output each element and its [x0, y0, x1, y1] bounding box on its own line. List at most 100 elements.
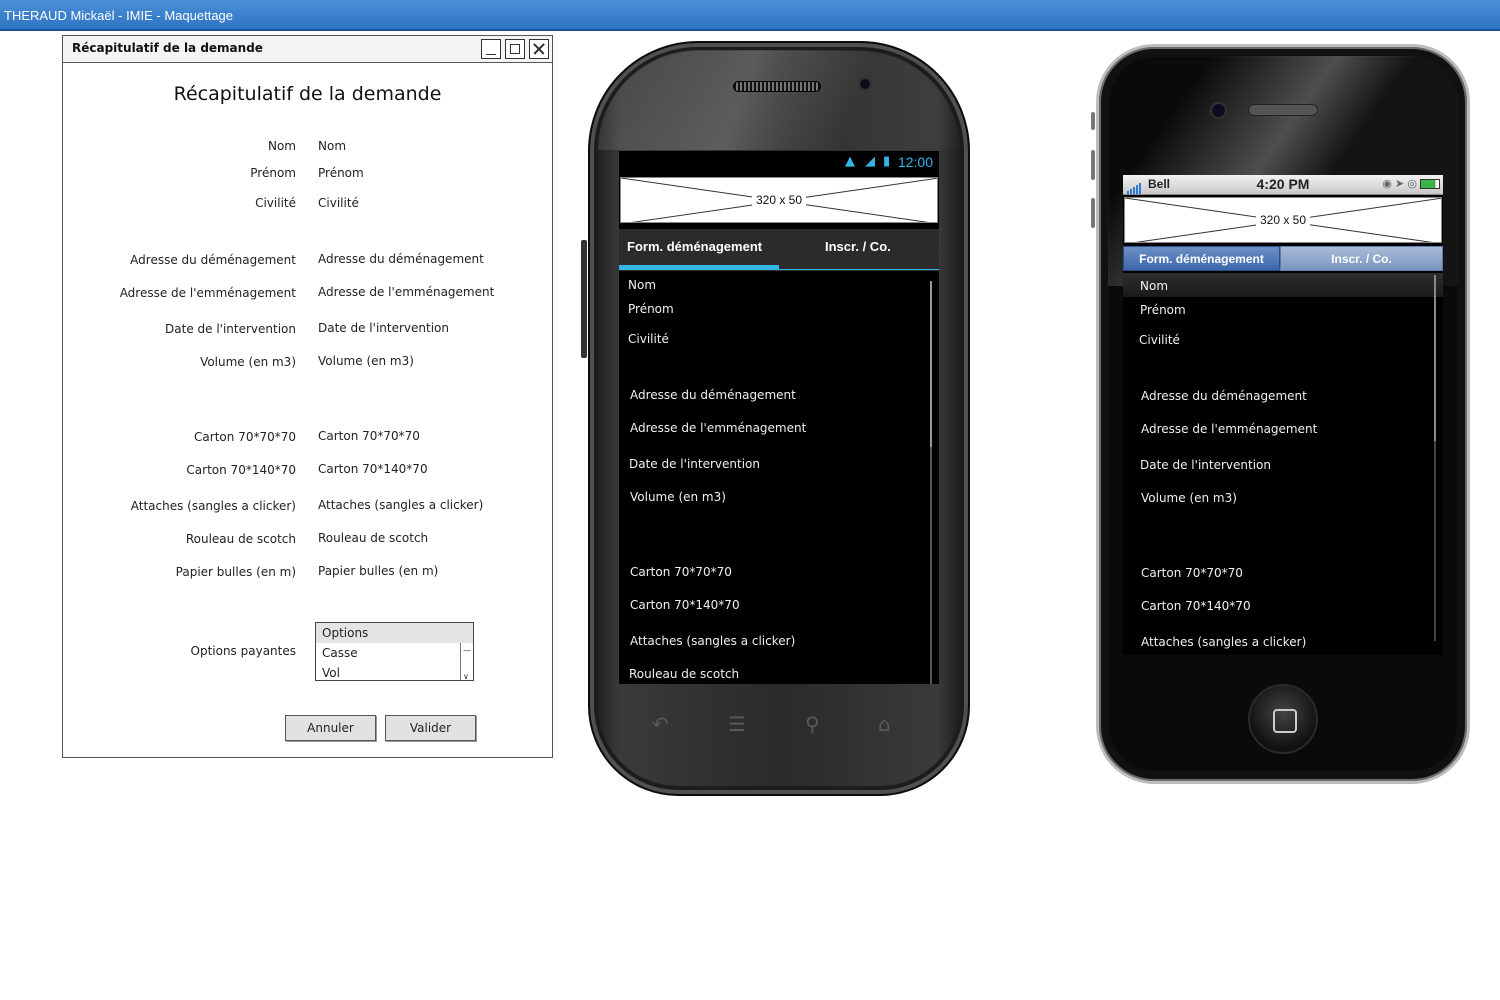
- list-item: Carton 70*140*70: [630, 598, 740, 612]
- iphone-status-bar: Bell 4:20 PM ◉ ➤ ◎: [1123, 175, 1443, 195]
- list-header-row: [1123, 273, 1443, 297]
- iphone-screen: Bell 4:20 PM ◉ ➤ ◎ 320 x 50 Form. déména…: [1123, 175, 1443, 655]
- value-papier-bulles: Papier bulles (en m): [318, 564, 439, 578]
- maximize-button[interactable]: [505, 39, 525, 59]
- list-item: Prénom: [628, 302, 674, 316]
- value-rouleau-scotch: Rouleau de scotch: [318, 531, 429, 545]
- rotation-lock-icon: ◎: [1407, 178, 1417, 190]
- iphone-scroll-track: [1434, 441, 1436, 641]
- value-adresse-emmenagement: Adresse de l'emménagement: [318, 285, 495, 299]
- list-item: Civilité: [628, 332, 669, 346]
- label-carton-140: Carton 70*140*70: [186, 463, 296, 477]
- tab-inscription[interactable]: Inscr. / Co.: [825, 229, 891, 271]
- value-attaches: Attaches (sangles a clicker): [318, 498, 484, 512]
- list-item: Volume (en m3): [630, 490, 726, 504]
- value-carton-70: Carton 70*70*70: [318, 429, 420, 443]
- cancel-button[interactable]: Annuler: [285, 715, 376, 741]
- label-options-payantes: Options payantes: [190, 644, 297, 658]
- label-nom: Nom: [267, 139, 296, 153]
- label-attaches: Attaches (sangles a clicker): [130, 499, 296, 513]
- list-option[interactable]: Casse: [316, 643, 473, 663]
- app-title: THERAUD Mickaël - IMIE - Maquettage: [4, 8, 234, 23]
- list-item: Volume (en m3): [1141, 491, 1237, 505]
- lock-icon: ◉: [1382, 178, 1392, 190]
- android-scrollbar[interactable]: [930, 281, 932, 447]
- android-screen: ▲ ◢ ▮ 12:00 320 x 50 Form. déménagement …: [619, 151, 939, 684]
- list-item: Adresse de l'emménagement: [1141, 422, 1318, 436]
- window-header: Récapitulatif de la demande: [63, 36, 552, 63]
- list-item: Prénom: [1140, 303, 1186, 317]
- iphone-volume-down: [1091, 198, 1095, 228]
- android-scroll-track: [930, 447, 932, 684]
- android-volume-button: [581, 240, 587, 358]
- tab-form-demenagement[interactable]: Form. déménagement: [1123, 246, 1280, 271]
- list-item: Adresse du déménagement: [630, 388, 796, 402]
- label-rouleau-scotch: Rouleau de scotch: [185, 532, 296, 546]
- android-gloss: [598, 50, 960, 150]
- iphone-volume-up: [1091, 150, 1095, 180]
- battery-icon: ▮: [883, 154, 891, 169]
- android-clock: 12:00: [897, 154, 933, 170]
- tab-inscription[interactable]: Inscr. / Co.: [1280, 246, 1443, 271]
- list-item: Rouleau de scotch: [629, 667, 740, 681]
- iphone-tab-bar: Form. déménagement Inscr. / Co.: [1123, 246, 1443, 271]
- label-carton-70: Carton 70*70*70: [194, 430, 296, 444]
- value-date-intervention: Date de l'intervention: [318, 321, 449, 335]
- app-title-bar: THERAUD Mickaël - IMIE - Maquettage: [0, 0, 1500, 31]
- android-camera-icon: [858, 77, 872, 91]
- list-item: Attaches (sangles a clicker): [630, 634, 796, 648]
- android-speaker: [733, 81, 821, 92]
- iphone-speaker: [1248, 104, 1318, 116]
- value-prenom: Prénom: [318, 166, 364, 180]
- list-item: Carton 70*70*70: [1141, 566, 1243, 580]
- list-option[interactable]: Options: [316, 623, 473, 643]
- minimize-button[interactable]: [481, 39, 501, 59]
- label-prenom: Prénom: [250, 166, 296, 180]
- android-status-bar: ▲ ◢ ▮ 12:00: [619, 151, 939, 175]
- iphone-scrollbar[interactable]: [1434, 275, 1436, 441]
- iphone-camera-icon: [1210, 102, 1227, 119]
- android-nav-bar: ↶ ☰ ⚲ ⌂: [640, 712, 930, 744]
- label-adresse-demenagement: Adresse du déménagement: [130, 253, 296, 267]
- wifi-icon: ▲: [845, 154, 855, 169]
- ad-banner: 320 x 50: [620, 177, 938, 223]
- list-item: Nom: [1140, 279, 1169, 293]
- location-icon: ➤: [1395, 178, 1405, 190]
- signal-icon: ◢: [865, 154, 875, 169]
- close-button[interactable]: [529, 39, 549, 59]
- list-item: Adresse de l'emménagement: [630, 421, 807, 435]
- battery-icon: [1420, 179, 1440, 190]
- label-civilite: Civilité: [255, 196, 296, 210]
- list-item: Civilité: [1139, 333, 1180, 347]
- value-carton-140: Carton 70*140*70: [318, 462, 428, 476]
- scroll-down-icon[interactable]: ∨: [463, 673, 469, 681]
- list-option[interactable]: Vol: [316, 663, 473, 680]
- active-tab-indicator: [619, 265, 779, 270]
- list-item: Carton 70*70*70: [630, 565, 732, 579]
- scroll-up-icon[interactable]: —: [463, 647, 471, 655]
- back-icon[interactable]: ↶: [652, 712, 669, 736]
- list-item: Nom: [628, 278, 657, 292]
- home-button[interactable]: [1248, 684, 1318, 754]
- summary-window: Récapitulatif de la demande Récapitulati…: [62, 35, 553, 758]
- list-item: Date de l'intervention: [629, 457, 760, 471]
- ad-banner: 320 x 50: [1124, 197, 1442, 243]
- value-nom: Nom: [318, 139, 347, 153]
- window-title: Récapitulatif de la demande: [72, 41, 263, 55]
- recent-apps-icon[interactable]: ☰: [728, 712, 746, 736]
- list-item: Carton 70*140*70: [1141, 599, 1251, 613]
- options-listbox[interactable]: Options Casse Vol — ∨: [315, 622, 474, 681]
- iphone-mute-switch: [1091, 112, 1095, 130]
- iphone-status-icons: ◉ ➤ ◎: [1382, 177, 1440, 190]
- list-item: Adresse du déménagement: [1141, 389, 1307, 403]
- banner-size-label: 320 x 50: [751, 193, 807, 207]
- list-item: Attaches (sangles a clicker): [1141, 635, 1307, 649]
- listbox-scrollbar[interactable]: — ∨: [460, 643, 473, 681]
- home-icon[interactable]: ⌂: [878, 712, 891, 736]
- validate-button[interactable]: Valider: [385, 715, 476, 741]
- value-civilite: Civilité: [318, 196, 359, 210]
- value-volume: Volume (en m3): [318, 354, 414, 368]
- search-icon[interactable]: ⚲: [805, 712, 820, 736]
- label-adresse-emmenagement: Adresse de l'emménagement: [119, 286, 296, 300]
- label-volume: Volume (en m3): [200, 355, 296, 369]
